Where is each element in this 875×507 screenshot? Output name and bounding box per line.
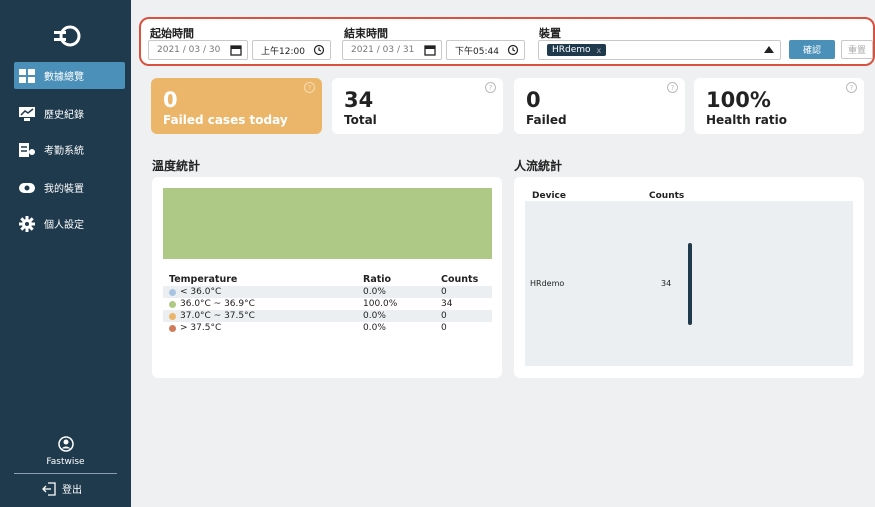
temperature-section-title: 溫度統計	[152, 159, 201, 173]
device-icon	[18, 180, 36, 196]
end-date-input[interactable]: 2021 / 03 / 31	[342, 40, 442, 60]
filter-bar: 起始時間 2021 / 03 / 30 上午12:00 結束時間 2021 / …	[139, 17, 875, 66]
help-icon[interactable]: ?	[485, 82, 496, 93]
temperature-table: Temperature Ratio Counts < 36.0°C 0.0% 0…	[163, 272, 492, 334]
counts-cell: 34	[441, 299, 453, 309]
gear-icon	[18, 215, 36, 232]
device-label: 裝置	[539, 27, 561, 40]
table-header: Temperature Ratio Counts	[163, 272, 492, 286]
dashboard-icon	[18, 68, 36, 84]
device-select[interactable]: HRdemo x	[538, 40, 781, 60]
end-date-value: 2021 / 03 / 31	[351, 45, 415, 55]
clock-icon[interactable]	[507, 44, 519, 56]
logout-icon	[42, 481, 56, 496]
end-time-input[interactable]: 下午05:44	[446, 40, 525, 60]
range-cell: 36.0°C ~ 36.9°C	[180, 299, 255, 309]
column-header: Counts	[649, 191, 685, 201]
tag-remove-icon[interactable]: x	[597, 46, 602, 55]
sidebar-item-dashboard[interactable]: 數據總覽	[14, 62, 125, 89]
stat-label: Total	[344, 113, 377, 127]
legend-dot	[169, 288, 176, 296]
calendar-icon[interactable]	[424, 44, 436, 56]
ratio-cell: 0.0%	[363, 311, 386, 321]
app-logo-icon[interactable]	[52, 23, 82, 49]
stat-value: 34	[344, 88, 374, 112]
temperature-panel: Temperature Ratio Counts < 36.0°C 0.0% 0…	[152, 177, 502, 378]
stat-label: Failed cases today	[163, 113, 288, 127]
sidebar: 數據總覽 歷史紀錄 考勤系統 我的裝置 個人設定 Fastwise 登出	[0, 0, 131, 507]
stat-card-health-ratio: 100% Health ratio ?	[694, 78, 864, 134]
sidebar-divider	[14, 473, 117, 474]
column-header: Counts	[441, 273, 479, 285]
traffic-panel: Device Counts HRdemo 34	[514, 177, 864, 378]
sidebar-item-label: 歷史紀錄	[44, 110, 84, 121]
sidebar-item-label: 個人設定	[44, 220, 84, 231]
start-date-value: 2021 / 03 / 30	[157, 45, 221, 55]
user-name: Fastwise	[46, 457, 85, 467]
history-icon	[18, 106, 36, 122]
sidebar-item-attendance[interactable]: 考勤系統	[14, 136, 125, 163]
ratio-cell: 0.0%	[363, 287, 386, 297]
sidebar-item-label: 我的裝置	[44, 184, 84, 195]
range-cell: < 36.0°C	[180, 287, 222, 297]
user-profile[interactable]: Fastwise	[0, 436, 131, 467]
device-counts-cell: 34	[661, 279, 672, 288]
user-avatar-icon	[57, 436, 74, 452]
help-icon[interactable]: ?	[667, 82, 678, 93]
logout-button[interactable]: 登出	[42, 481, 82, 496]
device-name-cell: HRdemo	[530, 279, 565, 288]
stat-value: 0	[163, 88, 178, 112]
reset-button[interactable]: 重置	[841, 40, 873, 59]
range-cell: > 37.5°C	[180, 323, 222, 333]
legend-dot	[169, 300, 176, 308]
legend-dot	[169, 324, 176, 332]
confirm-button[interactable]: 確認	[789, 40, 835, 59]
stat-card-failed: 0 Failed ?	[514, 78, 685, 134]
table-row: 36.0°C ~ 36.9°C 100.0% 34	[163, 298, 492, 310]
sidebar-item-devices[interactable]: 我的裝置	[14, 174, 125, 201]
calendar-icon[interactable]	[230, 44, 242, 56]
caret-up-icon[interactable]	[764, 46, 774, 53]
sidebar-item-label: 考勤系統	[44, 146, 84, 157]
counts-cell: 0	[441, 311, 447, 321]
stat-card-total: 34 Total ?	[332, 78, 503, 134]
device-tag: HRdemo x	[547, 44, 607, 56]
sidebar-item-history[interactable]: 歷史紀錄	[14, 100, 125, 127]
counts-cell: 0	[441, 287, 447, 297]
sidebar-item-label: 數據總覽	[44, 72, 84, 83]
help-icon[interactable]: ?	[846, 82, 857, 93]
table-row: 37.0°C ~ 37.5°C 0.0% 0	[163, 310, 492, 322]
stat-value: 100%	[706, 88, 771, 112]
traffic-section-title: 人流統計	[514, 159, 563, 173]
range-cell: 37.0°C ~ 37.5°C	[180, 311, 255, 321]
legend-dot	[169, 312, 176, 320]
help-icon[interactable]: ?	[304, 82, 315, 93]
device-tag-label: HRdemo	[552, 45, 591, 55]
stat-card-failed-today: 0 Failed cases today ?	[151, 78, 322, 134]
table-row: > 37.5°C 0.0% 0	[163, 322, 492, 334]
stat-value: 0	[526, 88, 541, 112]
end-time-label: 結束時間	[344, 27, 388, 40]
table-row: < 36.0°C 0.0% 0	[163, 286, 492, 298]
ratio-cell: 0.0%	[363, 323, 386, 333]
temperature-distribution-bar	[163, 188, 492, 259]
stat-label: Failed	[526, 113, 567, 127]
clock-icon[interactable]	[313, 44, 325, 56]
start-time-label: 起始時間	[150, 27, 194, 40]
sidebar-item-settings[interactable]: 個人設定	[14, 210, 125, 237]
stat-label: Health ratio	[706, 113, 787, 127]
ratio-cell: 100.0%	[363, 299, 398, 309]
logout-label: 登出	[62, 485, 82, 496]
column-header: Device	[532, 191, 566, 201]
start-time-value: 上午12:00	[261, 46, 305, 57]
start-date-input[interactable]: 2021 / 03 / 30	[148, 40, 248, 60]
counts-cell: 0	[441, 323, 447, 333]
end-time-value: 下午05:44	[455, 46, 499, 57]
column-header: Temperature	[169, 273, 238, 285]
device-count-bar	[688, 243, 692, 325]
start-time-input[interactable]: 上午12:00	[252, 40, 331, 60]
attendance-icon	[18, 142, 36, 158]
column-header: Ratio	[363, 273, 392, 285]
